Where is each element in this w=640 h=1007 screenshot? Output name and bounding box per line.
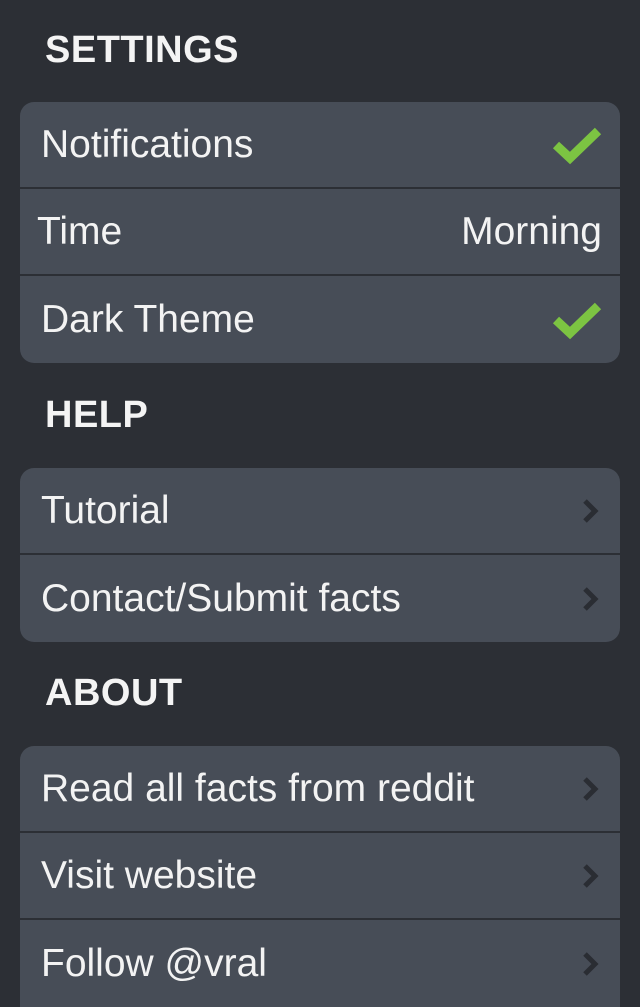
settings-row-time[interactable]: Time Morning (20, 189, 620, 276)
section-title-about: ABOUT (45, 672, 183, 714)
about-row-follow[interactable]: Follow @vral (20, 920, 620, 1007)
row-label: Time (37, 209, 123, 253)
chevron-right-icon (580, 862, 602, 890)
row-label: Follow @vral (41, 941, 267, 985)
row-label: Notifications (41, 122, 254, 166)
about-group: Read all facts from reddit Visit website… (20, 746, 620, 1007)
check-icon[interactable] (552, 300, 602, 340)
section-title-settings: SETTINGS (45, 29, 240, 71)
chevron-right-icon (580, 950, 602, 978)
settings-row-notifications[interactable]: Notifications (20, 102, 620, 189)
check-icon[interactable] (552, 125, 602, 165)
row-label: Contact/Submit facts (41, 576, 401, 620)
row-label: Read all facts from reddit (41, 766, 475, 810)
settings-row-dark-theme[interactable]: Dark Theme (20, 276, 620, 363)
settings-group: Notifications Time Morning Dark Theme (20, 102, 620, 363)
help-group: Tutorial Contact/Submit facts (20, 468, 620, 642)
help-row-tutorial[interactable]: Tutorial (20, 468, 620, 555)
row-label: Visit website (41, 853, 258, 897)
row-label: Dark Theme (41, 297, 255, 341)
section-title-help: HELP (45, 394, 149, 436)
about-row-website[interactable]: Visit website (20, 833, 620, 920)
chevron-right-icon (580, 585, 602, 613)
chevron-right-icon (580, 775, 602, 803)
chevron-right-icon (580, 497, 602, 525)
row-label: Tutorial (41, 488, 170, 532)
time-value: Morning (461, 209, 602, 253)
help-row-contact[interactable]: Contact/Submit facts (20, 555, 620, 642)
about-row-reddit[interactable]: Read all facts from reddit (20, 746, 620, 833)
